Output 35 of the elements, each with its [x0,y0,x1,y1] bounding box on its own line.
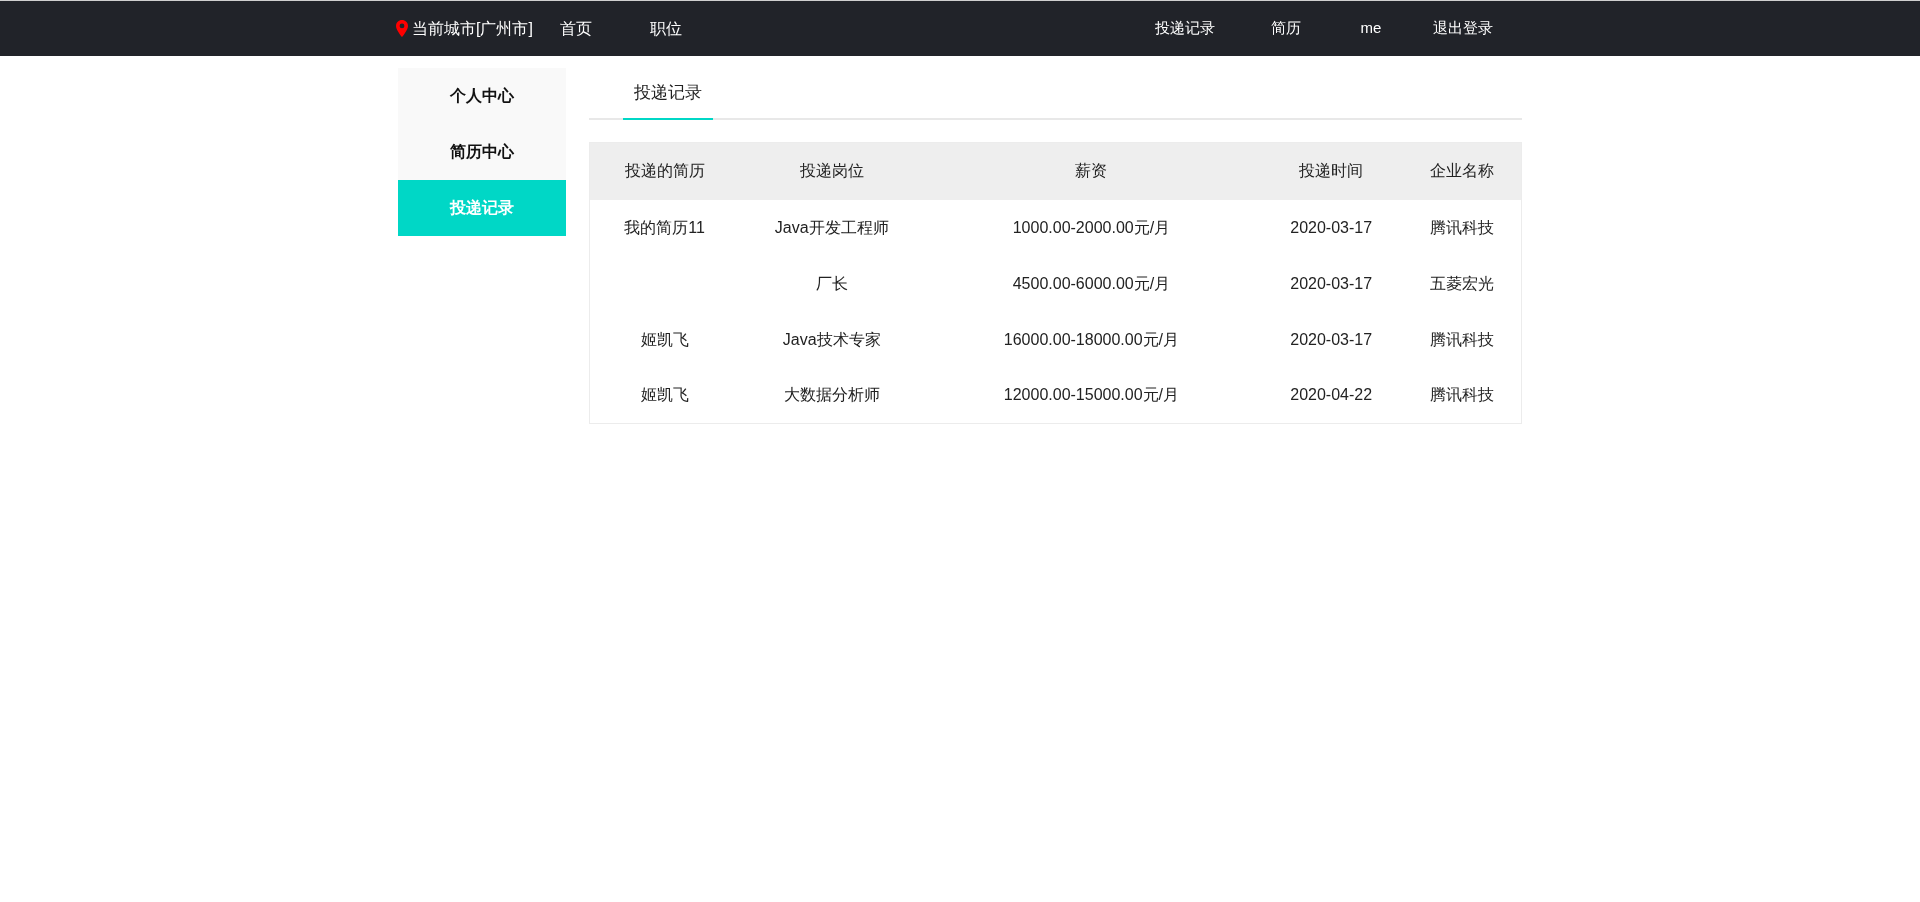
table-cell: Java开发工程师 [739,199,925,256]
nav-link[interactable]: 退出登录 [1413,17,1513,40]
column-header: 薪资 [924,142,1259,200]
nav-link[interactable]: 简历 [1243,17,1329,40]
table-cell: 姬凯飞 [589,311,740,368]
table-cell-text: 4500.00-6000.00元/月 [1011,273,1172,294]
table-cell: 腾讯科技 [1403,311,1522,368]
column-header: 投递的简历 [589,142,740,200]
nav-link[interactable]: me [1329,17,1413,40]
table-cell: 1000.00-2000.00元/月 [924,199,1259,256]
table-cell: 2020-04-22 [1258,367,1404,424]
table-cell: 姬凯飞 [589,367,740,424]
sidebar-item[interactable]: 个人中心 [398,68,566,124]
table-cell: 腾讯科技 [1403,367,1522,424]
column-header: 投递岗位 [739,142,925,200]
column-header: 投递时间 [1258,142,1404,200]
table-cell-text: 厂长 [814,273,849,294]
sidebar-item[interactable]: 简历中心 [398,124,566,180]
table-cell: 我的简历11 [589,199,740,256]
table-cell-text: 2020-03-17 [1289,273,1374,294]
tab[interactable]: 投递记录 [623,68,713,120]
nav-link[interactable]: 投递记录 [1127,17,1243,40]
table-cell: 2020-03-17 [1258,199,1404,256]
nav-link[interactable]: 职位 [649,16,682,41]
table-cell: 12000.00-15000.00元/月 [924,367,1259,424]
nav-link[interactable]: 首页 [559,16,592,41]
table-cell: 大数据分析师 [739,367,925,424]
table-cell-text: Java技术专家 [781,329,882,350]
table-cell: 五菱宏光 [1403,255,1522,312]
table-cell-text: 2020-03-17 [1289,329,1374,350]
column-header: 企业名称 [1403,142,1522,200]
table-cell-text: 16000.00-18000.00元/月 [1002,329,1181,350]
location-pin-icon [396,20,408,37]
current-city[interactable]: 当前城市[广州市] [412,16,533,41]
table-cell: 腾讯科技 [1403,199,1522,256]
